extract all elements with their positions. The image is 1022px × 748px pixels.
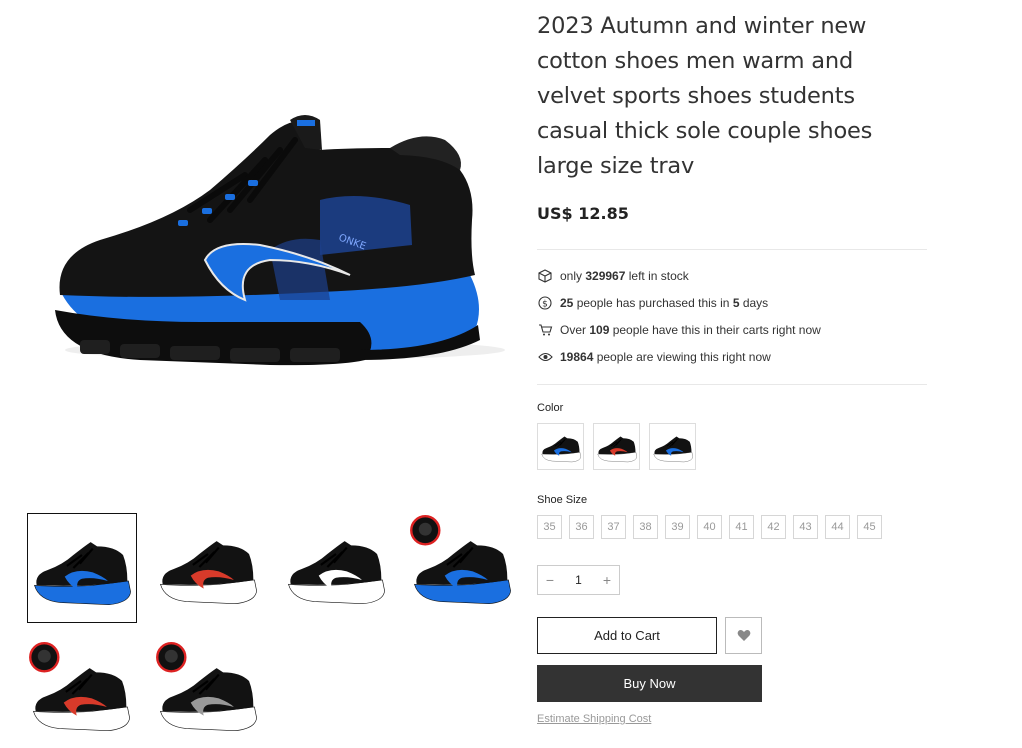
sneaker-thumbnail-illustration bbox=[29, 642, 130, 732]
carts-stat: Over 109 people have this in their carts… bbox=[537, 316, 929, 343]
size-option-39[interactable]: 39 bbox=[665, 515, 690, 539]
thumbnail-black-blue[interactable] bbox=[27, 513, 137, 623]
stock-count: 329967 bbox=[585, 268, 626, 283]
viewing-count: 19864 bbox=[560, 349, 594, 364]
cart-icon bbox=[537, 322, 553, 338]
eye-icon bbox=[537, 349, 553, 365]
product-stats: only 329967 left in stock $ 25 people ha… bbox=[537, 250, 929, 384]
color-swatch-black-red[interactable] bbox=[593, 423, 640, 470]
sneaker-main-illustration: ONKE bbox=[55, 115, 505, 366]
sneaker-thumbnail-illustration bbox=[34, 542, 131, 606]
decrease-quantity-button[interactable]: − bbox=[538, 572, 562, 588]
size-label: Shoe Size bbox=[537, 494, 588, 506]
dollar-icon: $ bbox=[537, 295, 553, 311]
stat-text: only bbox=[560, 268, 586, 283]
add-to-cart-button[interactable]: Add to Cart bbox=[537, 617, 717, 654]
stat-text: people are viewing this right now bbox=[593, 349, 771, 364]
size-option-41[interactable]: 41 bbox=[729, 515, 754, 539]
viewing-stat: 19864 people are viewing this right now bbox=[537, 343, 929, 370]
size-option-44[interactable]: 44 bbox=[825, 515, 850, 539]
size-option-45[interactable]: 45 bbox=[857, 515, 882, 539]
carts-count: 109 bbox=[589, 322, 610, 337]
stat-text: left in stock bbox=[625, 268, 689, 283]
product-price: US$ 12.85 bbox=[537, 204, 629, 223]
sneaker-thumbnail-illustration bbox=[288, 541, 385, 605]
main-product-image[interactable]: ONKE bbox=[20, 60, 520, 410]
heart-icon bbox=[737, 630, 750, 641]
thumbnail-black-white[interactable] bbox=[282, 513, 392, 623]
size-option-43[interactable]: 43 bbox=[793, 515, 818, 539]
product-details: 2023 Autumn and winter new cotton shoes … bbox=[537, 0, 929, 725]
color-label: Color bbox=[537, 402, 564, 414]
size-option-40[interactable]: 40 bbox=[697, 515, 722, 539]
color-swatch-black-blue[interactable] bbox=[537, 423, 584, 470]
stat-text: people has purchased this in bbox=[573, 295, 733, 310]
buy-now-button[interactable]: Buy Now bbox=[537, 665, 762, 702]
title-line: 2023 Autumn and winter new bbox=[537, 13, 867, 39]
increase-quantity-button[interactable]: + bbox=[595, 572, 619, 588]
quantity-stepper: − 1 + bbox=[537, 565, 620, 595]
wishlist-button[interactable] bbox=[725, 617, 762, 654]
stat-text: Over bbox=[560, 322, 590, 337]
thumbnail-black-grey-badge[interactable] bbox=[154, 640, 264, 748]
quantity-value[interactable]: 1 bbox=[575, 573, 582, 587]
title-line: large size trav bbox=[537, 153, 695, 179]
title-line: cotton shoes men warm and bbox=[537, 48, 854, 74]
size-option-36[interactable]: 36 bbox=[569, 515, 594, 539]
size-option-37[interactable]: 37 bbox=[601, 515, 626, 539]
thumbnail-black-blue-badge[interactable] bbox=[408, 513, 518, 623]
sneaker-thumbnail-illustration bbox=[410, 515, 511, 605]
product-title: 2023 Autumn and winter new cotton shoes … bbox=[537, 9, 929, 184]
title-line: velvet sports shoes students bbox=[537, 83, 855, 109]
stat-text: days bbox=[739, 295, 769, 310]
stat-text: people have this in their carts right no… bbox=[609, 322, 821, 337]
size-option-35[interactable]: 35 bbox=[537, 515, 562, 539]
color-swatch-black-blue-2[interactable] bbox=[649, 423, 696, 470]
purchased-stat: $ 25 people has purchased this in 5 days bbox=[537, 289, 929, 316]
purchased-days: 5 bbox=[732, 295, 740, 310]
cart-actions: Add to Cart bbox=[537, 617, 929, 654]
title-line: casual thick sole couple shoes bbox=[537, 118, 873, 144]
stock-stat: only 329967 left in stock bbox=[537, 262, 929, 289]
size-options: 35 36 37 38 39 40 41 42 43 44 45 bbox=[537, 515, 929, 539]
purchased-count: 25 bbox=[560, 295, 574, 310]
sneaker-thumbnail-illustration bbox=[156, 642, 257, 732]
divider bbox=[537, 384, 927, 385]
box-icon bbox=[537, 268, 553, 284]
sneaker-thumbnail-illustration bbox=[652, 435, 693, 462]
size-option-38[interactable]: 38 bbox=[633, 515, 658, 539]
sneaker-thumbnail-illustration bbox=[596, 435, 637, 462]
svg-text:$: $ bbox=[542, 299, 548, 309]
thumbnail-black-red-badge[interactable] bbox=[27, 640, 137, 748]
thumbnail-black-red[interactable] bbox=[154, 513, 264, 623]
size-option-42[interactable]: 42 bbox=[761, 515, 786, 539]
sneaker-thumbnail-illustration bbox=[160, 541, 257, 605]
sneaker-thumbnail-illustration bbox=[540, 435, 581, 462]
color-options bbox=[537, 423, 929, 470]
estimate-shipping-link[interactable]: Estimate Shipping Cost bbox=[537, 713, 929, 725]
